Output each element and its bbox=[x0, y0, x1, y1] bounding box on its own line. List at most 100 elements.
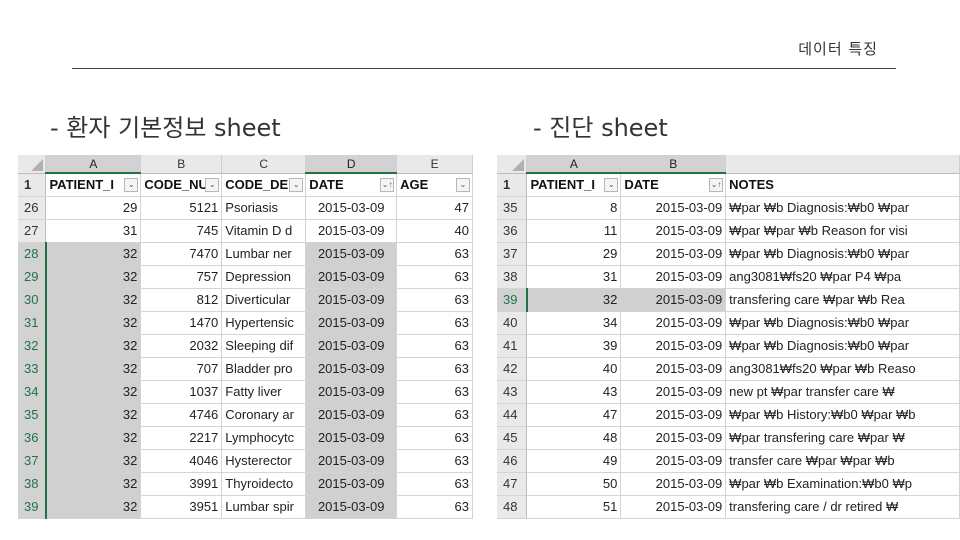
cell-code-description[interactable]: Bladder pro bbox=[221, 357, 307, 381]
header-code-number[interactable]: CODE_NU ⌄ bbox=[140, 173, 223, 197]
cell-code-number[interactable]: 2032 bbox=[140, 334, 223, 358]
cell-code-description[interactable]: Thyroidecto bbox=[221, 472, 307, 496]
cell-age[interactable]: 40 bbox=[396, 219, 473, 243]
cell-patient-id[interactable]: 31 bbox=[526, 265, 622, 289]
cell-date[interactable]: 2015-03-09 bbox=[620, 334, 727, 358]
cell-code-number[interactable]: 745 bbox=[140, 219, 223, 243]
cell-patient-id[interactable]: 32 bbox=[45, 357, 142, 381]
cell-patient-id[interactable]: 32 bbox=[45, 311, 142, 335]
row-header[interactable]: 47 bbox=[497, 472, 528, 496]
row-header[interactable]: 40 bbox=[497, 311, 528, 335]
cell-patient-id[interactable]: 48 bbox=[526, 426, 622, 450]
row-header[interactable]: 38 bbox=[497, 265, 528, 289]
cell-date[interactable]: 2015-03-09 bbox=[305, 495, 398, 519]
column-header-a[interactable]: A bbox=[526, 155, 622, 174]
cell-date[interactable]: 2015-03-09 bbox=[305, 403, 398, 427]
row-header[interactable]: 46 bbox=[497, 449, 528, 473]
cell-patient-id[interactable]: 39 bbox=[526, 334, 622, 358]
cell-patient-id[interactable]: 29 bbox=[526, 242, 622, 266]
row-header[interactable]: 1 bbox=[18, 173, 47, 197]
cell-notes[interactable]: ang3081₩fs20 ₩par ₩b Reaso bbox=[725, 357, 960, 381]
column-header-d[interactable]: D bbox=[305, 155, 398, 174]
cell-code-description[interactable]: Hysterector bbox=[221, 449, 307, 473]
cell-notes[interactable]: ₩par transfering care ₩par ₩ bbox=[725, 426, 960, 450]
cell-date[interactable]: 2015-03-09 bbox=[305, 357, 398, 381]
column-header-e[interactable]: E bbox=[396, 155, 473, 174]
header-patient-id[interactable]: PATIENT_I ⌄ bbox=[526, 173, 622, 197]
cell-notes[interactable]: ₩par ₩b Examination:₩b0 ₩p bbox=[725, 472, 960, 496]
cell-patient-id[interactable]: 32 bbox=[45, 403, 142, 427]
cell-patient-id[interactable]: 50 bbox=[526, 472, 622, 496]
cell-code-number[interactable]: 812 bbox=[140, 288, 223, 312]
filter-dropdown-icon[interactable]: ⌄ bbox=[289, 177, 304, 192]
row-header[interactable]: 37 bbox=[497, 242, 528, 266]
cell-age[interactable]: 63 bbox=[396, 403, 473, 427]
header-patient-id[interactable]: PATIENT_I ⌄ bbox=[45, 173, 142, 197]
cell-date[interactable]: 2015-03-09 bbox=[305, 472, 398, 496]
header-date[interactable]: DATE ⌄↑ bbox=[620, 173, 727, 197]
cell-code-number[interactable]: 4746 bbox=[140, 403, 223, 427]
cell-age[interactable]: 63 bbox=[396, 288, 473, 312]
cell-code-number[interactable]: 1470 bbox=[140, 311, 223, 335]
row-header[interactable]: 43 bbox=[497, 380, 528, 404]
cell-patient-id[interactable]: 8 bbox=[526, 196, 622, 220]
cell-code-description[interactable]: Diverticular bbox=[221, 288, 307, 312]
cell-patient-id[interactable]: 34 bbox=[526, 311, 622, 335]
cell-date[interactable]: 2015-03-09 bbox=[620, 311, 727, 335]
cell-date[interactable]: 2015-03-09 bbox=[305, 242, 398, 266]
cell-date[interactable]: 2015-03-09 bbox=[620, 357, 727, 381]
cell-notes[interactable]: transfering care ₩par ₩b Rea bbox=[725, 288, 960, 312]
cell-date[interactable]: 2015-03-09 bbox=[620, 288, 727, 312]
column-header-b[interactable]: B bbox=[620, 155, 727, 174]
cell-date[interactable]: 2015-03-09 bbox=[305, 265, 398, 289]
cell-code-number[interactable]: 707 bbox=[140, 357, 223, 381]
cell-patient-id[interactable]: 32 bbox=[45, 380, 142, 404]
cell-patient-id[interactable]: 40 bbox=[526, 357, 622, 381]
row-header[interactable]: 29 bbox=[18, 265, 47, 289]
cell-patient-id[interactable]: 32 bbox=[45, 334, 142, 358]
cell-age[interactable]: 63 bbox=[396, 357, 473, 381]
cell-patient-id[interactable]: 32 bbox=[45, 472, 142, 496]
row-header[interactable]: 27 bbox=[18, 219, 47, 243]
cell-patient-id[interactable]: 32 bbox=[45, 495, 142, 519]
cell-code-description[interactable]: Coronary ar bbox=[221, 403, 307, 427]
cell-date[interactable]: 2015-03-09 bbox=[620, 196, 727, 220]
header-age[interactable]: AGE ⌄ bbox=[396, 173, 473, 197]
cell-date[interactable]: 2015-03-09 bbox=[305, 334, 398, 358]
row-header[interactable]: 38 bbox=[18, 472, 47, 496]
row-header[interactable]: 45 bbox=[497, 426, 528, 450]
cell-age[interactable]: 63 bbox=[396, 265, 473, 289]
cell-code-description[interactable]: Sleeping dif bbox=[221, 334, 307, 358]
cell-code-description[interactable]: Lymphocytc bbox=[221, 426, 307, 450]
cell-patient-id[interactable]: 32 bbox=[526, 288, 622, 312]
cell-age[interactable]: 63 bbox=[396, 242, 473, 266]
cell-date[interactable]: 2015-03-09 bbox=[305, 288, 398, 312]
row-header[interactable]: 1 bbox=[497, 173, 528, 197]
cell-age[interactable]: 63 bbox=[396, 380, 473, 404]
row-header[interactable]: 39 bbox=[497, 288, 528, 312]
cell-date[interactable]: 2015-03-09 bbox=[620, 219, 727, 243]
cell-code-description[interactable]: Fatty liver bbox=[221, 380, 307, 404]
cell-age[interactable]: 63 bbox=[396, 334, 473, 358]
cell-notes[interactable]: transfering care / dr retired ₩ bbox=[725, 495, 960, 519]
cell-age[interactable]: 63 bbox=[396, 426, 473, 450]
cell-date[interactable]: 2015-03-09 bbox=[305, 196, 398, 220]
cell-notes[interactable]: ₩par ₩b History:₩b0 ₩par ₩b bbox=[725, 403, 960, 427]
cell-code-description[interactable]: Lumbar ner bbox=[221, 242, 307, 266]
row-header[interactable]: 37 bbox=[18, 449, 47, 473]
cell-date[interactable]: 2015-03-09 bbox=[305, 311, 398, 335]
cell-code-number[interactable]: 5121 bbox=[140, 196, 223, 220]
row-header[interactable]: 33 bbox=[18, 357, 47, 381]
cell-code-number[interactable]: 1037 bbox=[140, 380, 223, 404]
cell-notes[interactable]: new pt ₩par transfer care ₩ bbox=[725, 380, 960, 404]
cell-patient-id[interactable]: 47 bbox=[526, 403, 622, 427]
cell-date[interactable]: 2015-03-09 bbox=[305, 449, 398, 473]
row-header[interactable]: 35 bbox=[18, 403, 47, 427]
select-all-corner[interactable] bbox=[497, 155, 528, 174]
cell-notes[interactable]: transfer care ₩par ₩par ₩b bbox=[725, 449, 960, 473]
cell-code-description[interactable]: Psoriasis bbox=[221, 196, 307, 220]
column-header-c[interactable] bbox=[725, 155, 960, 174]
cell-patient-id[interactable]: 32 bbox=[45, 265, 142, 289]
column-header-b[interactable]: B bbox=[140, 155, 223, 174]
filter-dropdown-icon[interactable]: ⌄ bbox=[124, 178, 139, 192]
